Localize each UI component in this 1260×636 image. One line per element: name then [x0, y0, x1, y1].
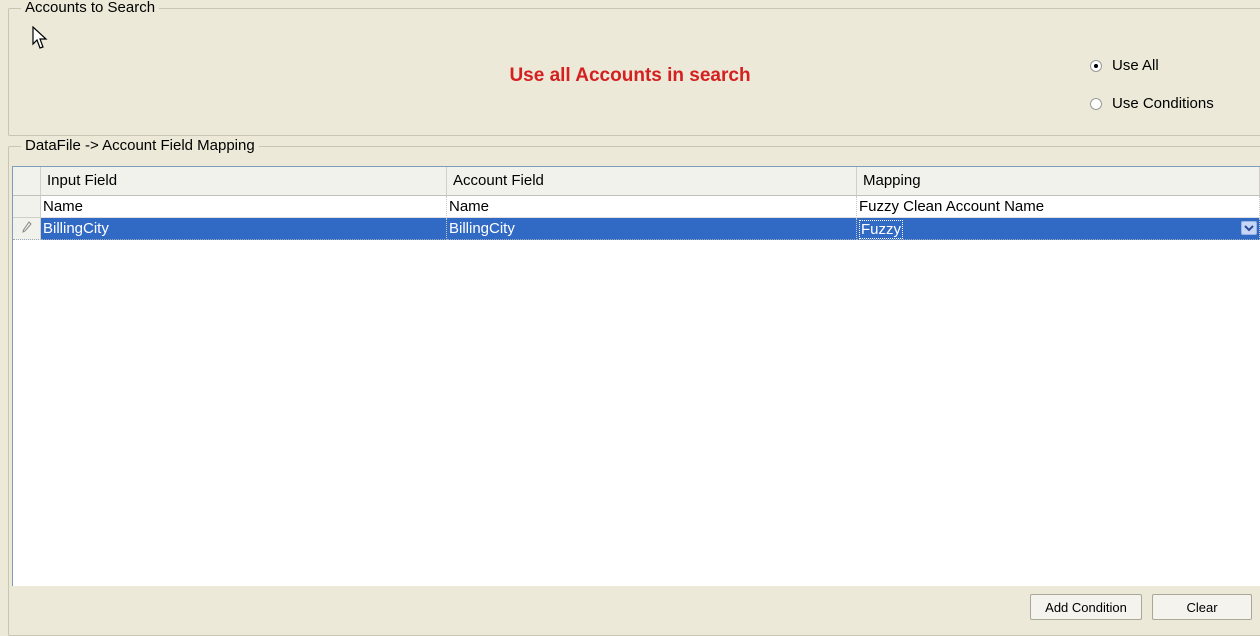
use-conditions-label: Use Conditions: [1112, 95, 1214, 112]
mapping-combobox[interactable]: Fuzzy: [857, 218, 1260, 240]
account-field-cell[interactable]: Name: [447, 196, 857, 218]
search-scope-banner: Use all Accounts in search: [509, 65, 751, 86]
mapping-grid[interactable]: Input Field Account Field Mapping Name N…: [12, 166, 1260, 586]
radio-unselected-icon: [1090, 97, 1102, 110]
mapping-cell[interactable]: Fuzzy Clean Account Name: [857, 196, 1260, 218]
use-all-radio[interactable]: Use All: [1090, 57, 1159, 74]
row-selector[interactable]: [13, 218, 41, 240]
add-condition-button[interactable]: Add Condition: [1030, 594, 1142, 620]
radio-selected-icon: [1090, 59, 1102, 72]
field-mapping-legend: DataFile -> Account Field Mapping: [21, 137, 259, 155]
input-field-cell[interactable]: Name: [41, 196, 447, 218]
column-header-input-field[interactable]: Input Field: [41, 167, 447, 196]
pencil-icon: [21, 221, 32, 236]
table-row[interactable]: Name Name Fuzzy Clean Account Name: [13, 196, 1260, 218]
row-selector[interactable]: [13, 196, 41, 218]
column-header-mapping[interactable]: Mapping: [857, 167, 1260, 196]
clear-button[interactable]: Clear: [1152, 594, 1252, 620]
use-conditions-radio[interactable]: Use Conditions: [1090, 95, 1214, 112]
accounts-to-search-legend: Accounts to Search: [21, 0, 160, 17]
use-all-label: Use All: [1112, 57, 1159, 74]
input-field-cell[interactable]: BillingCity: [41, 218, 447, 240]
row-header-corner: [13, 167, 41, 196]
column-header-account-field[interactable]: Account Field: [447, 167, 857, 196]
chevron-down-icon[interactable]: [1241, 221, 1257, 235]
table-row-selected[interactable]: BillingCity BillingCity Fuzzy: [13, 218, 1260, 240]
grid-header-row: Input Field Account Field Mapping: [13, 167, 1260, 196]
mouse-pointer-icon: [32, 25, 48, 54]
account-field-cell[interactable]: BillingCity: [447, 218, 857, 240]
mapping-combobox-value[interactable]: Fuzzy: [859, 220, 904, 239]
